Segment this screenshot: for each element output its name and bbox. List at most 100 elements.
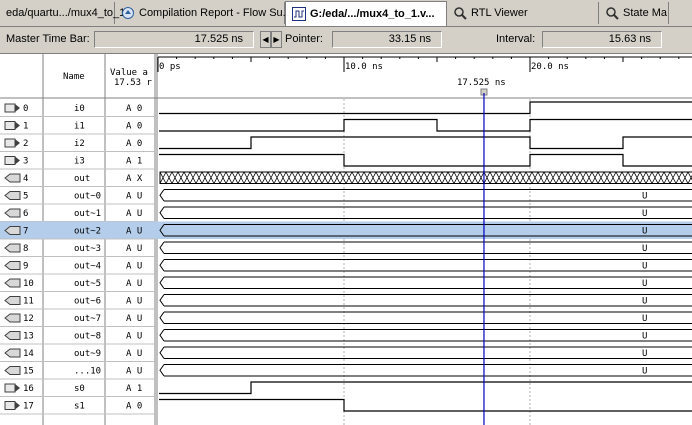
waveform-editor[interactable]: Name Value a 17.53 r 0 ps 10.0 ns 20.0 ns 17.5… — [0, 54, 692, 425]
signal-name: out~1 — [74, 209, 101, 219]
signal-value: A U — [126, 314, 142, 324]
pointer-field: 33.15 ns — [332, 31, 442, 48]
master-time-bar-field[interactable]: 17.525 ns — [94, 31, 254, 48]
unknown-hatch — [159, 171, 692, 184]
signal-index: 17 — [23, 402, 34, 412]
signal-index: 14 — [23, 349, 34, 359]
signal-index: 4 — [23, 174, 28, 184]
bus-value-label: U — [642, 279, 647, 289]
interval-field: 15.63 ns — [542, 31, 662, 48]
bus-value-label: U — [642, 297, 647, 307]
tab-3[interactable]: RTL Viewer — [447, 2, 599, 24]
signal-index: 9 — [23, 262, 28, 272]
signal-name: out~9 — [74, 349, 101, 359]
signal-index: 7 — [23, 227, 28, 237]
bus-value-label: U — [642, 314, 647, 324]
bus-value-label: U — [642, 244, 647, 254]
tab-label: State Ma — [623, 7, 668, 19]
signal-index: 0 — [23, 104, 28, 114]
unknown-bus-waveform — [159, 171, 692, 184]
bus-value-label: U — [642, 209, 647, 219]
signal-index: 13 — [23, 332, 34, 342]
signal-index: 15 — [23, 367, 34, 377]
signal-value: A 0 — [126, 402, 142, 412]
tab-1[interactable]: Compilation Report - Flow Su... — [115, 2, 292, 24]
report-icon — [121, 6, 135, 20]
bus-waveform — [159, 364, 692, 377]
signal-index: 2 — [23, 139, 28, 149]
bus-waveform — [159, 329, 692, 342]
signal-waveform — [159, 136, 692, 150]
signal-waveform — [159, 381, 692, 395]
master-time-bar-label: Master Time Bar: — [6, 33, 90, 45]
signal-value: A U — [126, 192, 142, 202]
tab-0[interactable]: eda/quartu.../mux4_to_1.v — [0, 2, 134, 24]
time-tick-label: 10.0 ns — [345, 62, 383, 72]
signal-index: 10 — [23, 279, 34, 289]
signal-name: out~4 — [74, 262, 101, 272]
time-tick-label: 0 ps — [159, 62, 181, 72]
time-tick-label: 20.0 ns — [531, 62, 569, 72]
bus-value-label: U — [642, 349, 647, 359]
signal-waveform — [159, 101, 692, 115]
waveform-canvas[interactable]: Name Value a17.53 r 0 ps 10.0 ns 20.0 ns 17.5… — [0, 54, 692, 425]
signal-value: A U — [126, 262, 142, 272]
signal-value: A 0 — [126, 104, 142, 114]
signal-index: 12 — [23, 314, 34, 324]
signal-value: A U — [126, 349, 142, 359]
pointer-label: Pointer: — [285, 33, 323, 45]
bus-value-label: U — [642, 192, 647, 202]
previous-transition-button[interactable]: ◀ — [260, 31, 271, 48]
signal-value: A U — [126, 279, 142, 289]
bus-waveform — [159, 241, 692, 254]
tab-2[interactable]: G:/eda/.../mux4_to_1.v... — [285, 1, 447, 26]
header-background — [0, 54, 692, 98]
signal-name: out~5 — [74, 279, 101, 289]
signal-index: 1 — [23, 122, 28, 132]
interval-label: Interval: — [496, 33, 536, 45]
bus-waveform — [159, 346, 692, 359]
signal-name: i0 — [74, 104, 85, 114]
signal-value: A U — [126, 367, 142, 377]
time-bar-label: 17.525 ns — [457, 78, 506, 88]
name-column-header: Name — [63, 72, 85, 82]
signal-name: ...10 — [74, 367, 101, 377]
signal-value: A U — [126, 209, 142, 219]
tab-label: G:/eda/.../mux4_to_1.v... — [310, 8, 435, 20]
signal-value: A U — [126, 297, 142, 307]
signal-name: out~6 — [74, 297, 101, 307]
signal-index: 16 — [23, 384, 34, 394]
value-column-header: Value a — [110, 68, 148, 78]
signal-name: out~3 — [74, 244, 101, 254]
document-tabs: eda/quartu.../mux4_to_1.v Compilation Rep… — [0, 0, 692, 27]
bus-waveform — [159, 276, 692, 289]
tab-label: Compilation Report - Flow Su... — [139, 7, 292, 19]
bus-value-label: U — [642, 367, 647, 377]
signal-waveform — [159, 153, 692, 167]
tab-4[interactable]: State Ma — [599, 2, 669, 24]
rtl-icon — [453, 6, 467, 20]
signal-name: i3 — [74, 157, 85, 167]
signal-value: A U — [126, 227, 142, 237]
waveform-icon — [292, 7, 306, 21]
signal-name: out~0 — [74, 192, 101, 202]
signal-name: s1 — [74, 402, 85, 412]
signal-value: A 0 — [126, 139, 142, 149]
signal-name: out~2 — [74, 227, 101, 237]
signal-waveform — [159, 118, 692, 132]
state-machine-icon — [605, 6, 619, 20]
signal-name: s0 — [74, 384, 85, 394]
signal-index: 8 — [23, 244, 28, 254]
bus-waveform — [159, 294, 692, 307]
bus-value-label: U — [642, 227, 647, 237]
signal-name: out~8 — [74, 332, 101, 342]
next-transition-button[interactable]: ▶ — [271, 31, 282, 48]
signal-waveform — [159, 398, 692, 412]
bus-value-label: U — [642, 262, 647, 272]
bus-waveform — [159, 259, 692, 272]
value-column-header: 17.53 r — [114, 78, 153, 88]
signal-value: A 1 — [126, 157, 142, 167]
bus-waveform — [159, 189, 692, 202]
signal-value: A X — [126, 174, 143, 184]
signal-index: 5 — [23, 192, 28, 202]
